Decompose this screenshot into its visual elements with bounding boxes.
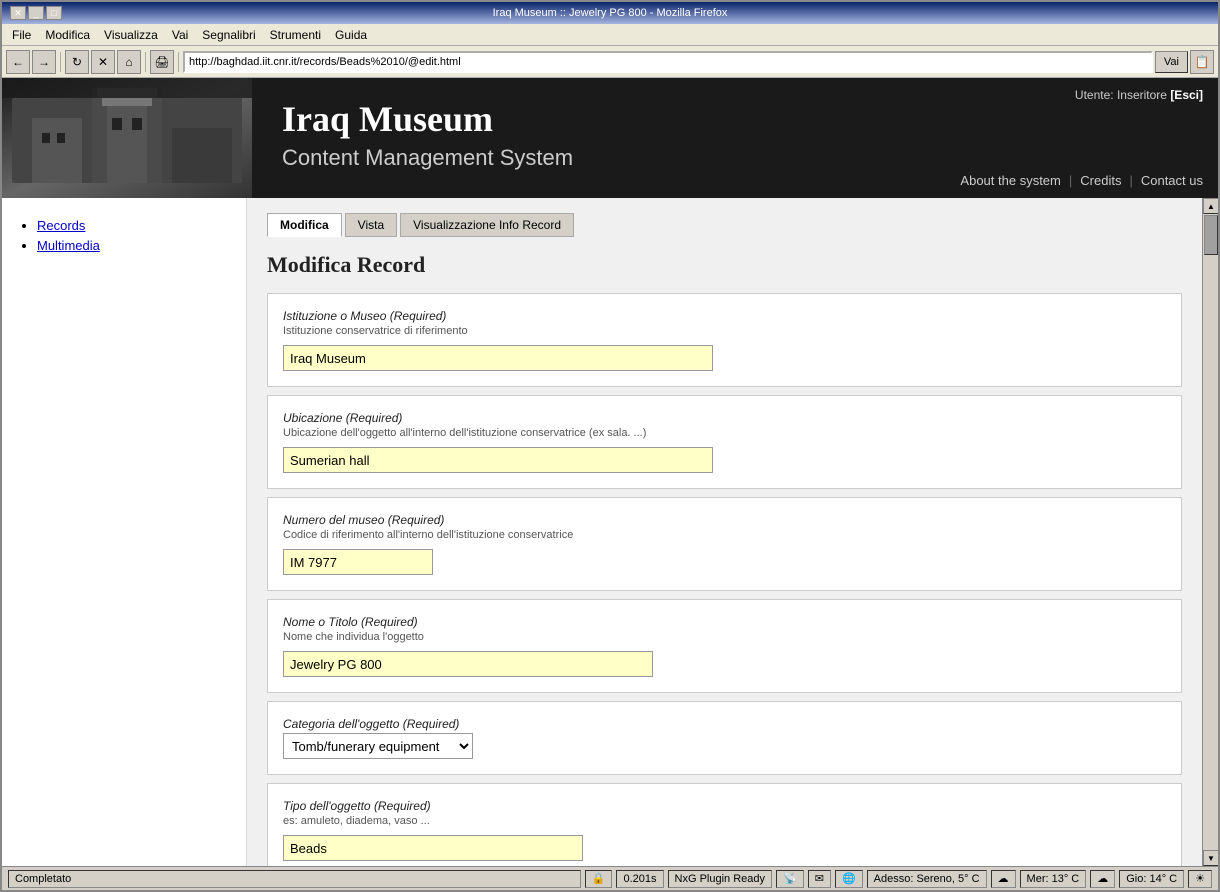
status-icon5: ☁ [991, 870, 1016, 888]
multimedia-link[interactable]: Multimedia [37, 238, 100, 253]
header-text-area: Iraq Museum Content Management System [252, 78, 945, 198]
site-header: Iraq Museum Content Management System Ut… [2, 78, 1218, 198]
vertical-scrollbar[interactable]: ▲ ▼ [1202, 198, 1218, 866]
field-desc-tipo: es: amuleto, diadema, vaso ... [283, 815, 1166, 827]
page-wrapper: Iraq Museum Content Management System Ut… [2, 78, 1218, 866]
toolbar-separator2 [145, 52, 146, 72]
menu-segnalibri[interactable]: Segnalibri [196, 26, 261, 44]
back-button[interactable]: ← [6, 50, 30, 74]
stop-button[interactable]: ✕ [91, 50, 115, 74]
scroll-thumb[interactable] [1204, 215, 1218, 255]
field-label-tipo: Tipo dell'oggetto (Required) [283, 799, 1166, 813]
title-bar: ✕ _ □ Iraq Museum :: Jewelry PG 800 - Mo… [2, 2, 1218, 24]
istituzione-input[interactable] [283, 345, 713, 371]
field-section-istituzione: Istituzione o Museo (Required) Istituzio… [267, 293, 1182, 387]
status-icon-panel: 🔒 [585, 870, 613, 888]
status-weather3: Gio: 14° C [1119, 870, 1184, 888]
page-body: Records Multimedia Modifica Vista Visual… [2, 198, 1202, 866]
status-completato: Completato [8, 870, 581, 888]
about-link[interactable]: About the system [960, 173, 1060, 188]
status-weather1: Adesso: Sereno, 5° C [867, 870, 987, 888]
menu-strumenti[interactable]: Strumenti [264, 26, 327, 44]
field-desc-istituzione: Istituzione conservatrice di riferimento [283, 325, 1166, 337]
sidebar-item-records: Records [37, 218, 231, 233]
site-subtitle: Content Management System [282, 145, 915, 171]
status-plugin: NxG Plugin Ready [668, 870, 773, 888]
menu-modifica[interactable]: Modifica [39, 26, 96, 44]
field-label-numero: Numero del museo (Required) [283, 513, 1166, 527]
browser-window: ✕ _ □ Iraq Museum :: Jewelry PG 800 - Mo… [0, 0, 1220, 892]
records-link[interactable]: Records [37, 218, 85, 233]
home-button[interactable]: ⌂ [117, 50, 141, 74]
scroll-down-button[interactable]: ▼ [1203, 850, 1218, 866]
menu-vai[interactable]: Vai [166, 26, 194, 44]
site-title: Iraq Museum [282, 98, 915, 140]
numero-input[interactable] [283, 549, 433, 575]
header-logo [2, 78, 252, 198]
reload-button[interactable]: ↻ [65, 50, 89, 74]
status-icon4: 🌐 [835, 870, 863, 888]
status-icon7: ☀ [1188, 870, 1212, 888]
ubicazione-input[interactable] [283, 447, 713, 473]
nome-input[interactable] [283, 651, 653, 677]
scroll-track[interactable] [1203, 214, 1218, 850]
menu-guida[interactable]: Guida [329, 26, 373, 44]
logo-image [2, 78, 252, 198]
sidebar-list: Records Multimedia [17, 218, 231, 253]
go-button[interactable]: Vai [1155, 51, 1188, 73]
menu-visualizza[interactable]: Visualizza [98, 26, 164, 44]
menu-bar: File Modifica Visualizza Vai Segnalibri … [2, 24, 1218, 46]
sidebar: Records Multimedia [2, 198, 247, 866]
address-input[interactable] [183, 51, 1153, 73]
minimize-button[interactable]: _ [28, 6, 44, 20]
field-label-categoria: Categoria dell'oggetto (Required) [283, 717, 1166, 731]
status-icon2: 📡 [776, 870, 804, 888]
print-button[interactable]: 🖨 [150, 50, 174, 74]
logo-svg [2, 78, 252, 198]
field-label-ubicazione: Ubicazione (Required) [283, 411, 1166, 425]
header-right: Utente: Inseritore [Esci] About the syst… [945, 78, 1218, 198]
field-desc-ubicazione: Ubicazione dell'oggetto all'interno dell… [283, 427, 1166, 439]
bookmarks-button[interactable]: 📋 [1190, 50, 1214, 74]
status-weather2: Mer: 13° C [1020, 870, 1087, 888]
field-section-categoria: Categoria dell'oggetto (Required) Tomb/f… [267, 701, 1182, 775]
toolbar-separator3 [178, 52, 179, 72]
window-title: Iraq Museum :: Jewelry PG 800 - Mozilla … [70, 7, 1150, 19]
scroll-up-button[interactable]: ▲ [1203, 198, 1218, 214]
field-section-numero: Numero del museo (Required) Codice di ri… [267, 497, 1182, 591]
status-load-time: 0.201s [616, 870, 663, 888]
form-area: Modifica Vista Visualizzazione Info Reco… [247, 198, 1202, 866]
toolbar-separator [60, 52, 61, 72]
tab-visualizzazione[interactable]: Visualizzazione Info Record [400, 213, 574, 237]
nav-links: About the system | Credits | Contact us [960, 173, 1203, 188]
field-section-ubicazione: Ubicazione (Required) Ubicazione dell'og… [267, 395, 1182, 489]
field-section-nome: Nome o Titolo (Required) Nome che indivi… [267, 599, 1182, 693]
close-button[interactable]: ✕ [10, 6, 26, 20]
field-desc-numero: Codice di riferimento all'interno dell'i… [283, 529, 1166, 541]
page-title: Modifica Record [267, 252, 1182, 278]
tab-vista[interactable]: Vista [345, 213, 397, 237]
field-section-tipo: Tipo dell'oggetto (Required) es: amuleto… [267, 783, 1182, 866]
contact-link[interactable]: Contact us [1141, 173, 1203, 188]
field-desc-nome: Nome che individua l'oggetto [283, 631, 1166, 643]
tab-modifica[interactable]: Modifica [267, 213, 342, 237]
user-info: Utente: Inseritore [Esci] [1075, 88, 1203, 102]
status-icon3: ✉ [808, 870, 831, 888]
exit-link[interactable]: [Esci] [1170, 88, 1203, 102]
credits-link[interactable]: Credits [1080, 173, 1121, 188]
menu-file[interactable]: File [6, 26, 37, 44]
maximize-button[interactable]: □ [46, 6, 62, 20]
address-bar [183, 51, 1153, 73]
tipo-input[interactable] [283, 835, 583, 861]
toolbar: ← → ↻ ✕ ⌂ 🖨 Vai 📋 [2, 46, 1218, 78]
main-scroll-area: Records Multimedia Modifica Vista Visual… [2, 198, 1218, 866]
status-icon6: ☁ [1090, 870, 1115, 888]
categoria-select[interactable]: Tomb/funerary equipmentJewelrySculptureO… [283, 733, 473, 759]
tabs-bar: Modifica Vista Visualizzazione Info Reco… [267, 213, 1182, 237]
field-label-istituzione: Istituzione o Museo (Required) [283, 309, 1166, 323]
field-label-nome: Nome o Titolo (Required) [283, 615, 1166, 629]
forward-button[interactable]: → [32, 50, 56, 74]
sidebar-item-multimedia: Multimedia [37, 238, 231, 253]
status-bar: Completato 🔒 0.201s NxG Plugin Ready 📡 ✉… [2, 866, 1218, 890]
